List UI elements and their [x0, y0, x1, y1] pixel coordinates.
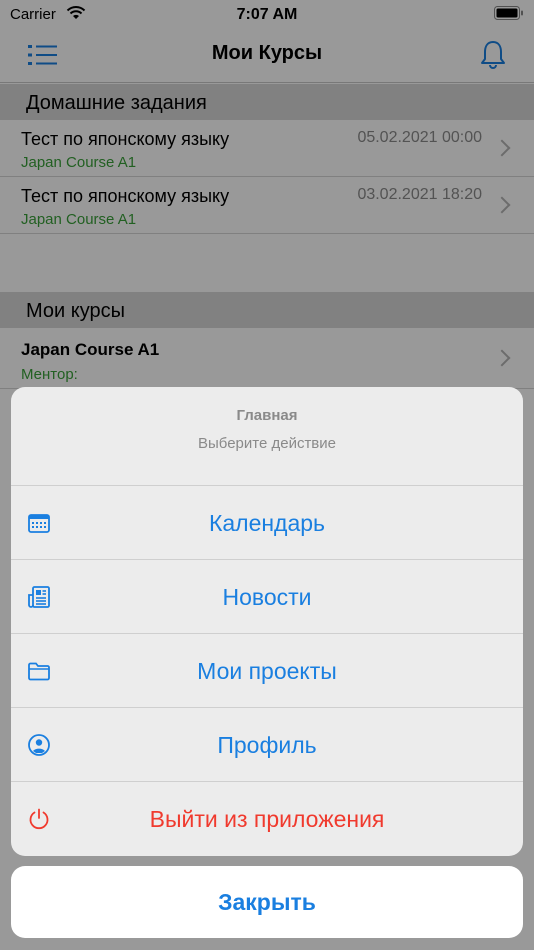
action-profile-label: Профиль: [217, 732, 317, 758]
close-label: Закрыть: [218, 889, 316, 915]
action-calendar-label: Календарь: [208, 510, 326, 536]
action-sheet-message: Выберите действие: [197, 435, 337, 452]
action-sheet: Главная Выберите действие Календарь Ново…: [11, 387, 523, 856]
action-profile-button[interactable]: Профиль: [11, 707, 523, 782]
action-news-label: Новости: [222, 584, 312, 610]
action-news-button[interactable]: Новости: [11, 559, 523, 634]
action-logout-label: Выйти из приложения: [149, 806, 385, 832]
action-calendar-button[interactable]: Календарь: [11, 485, 523, 560]
action-logout-button[interactable]: Выйти из приложения: [11, 781, 523, 856]
action-projects-label: Мои проекты: [197, 658, 337, 684]
action-projects-button[interactable]: Мои проекты: [11, 633, 523, 708]
close-button[interactable]: Закрыть: [11, 866, 523, 938]
action-sheet-title: Главная: [236, 407, 298, 424]
